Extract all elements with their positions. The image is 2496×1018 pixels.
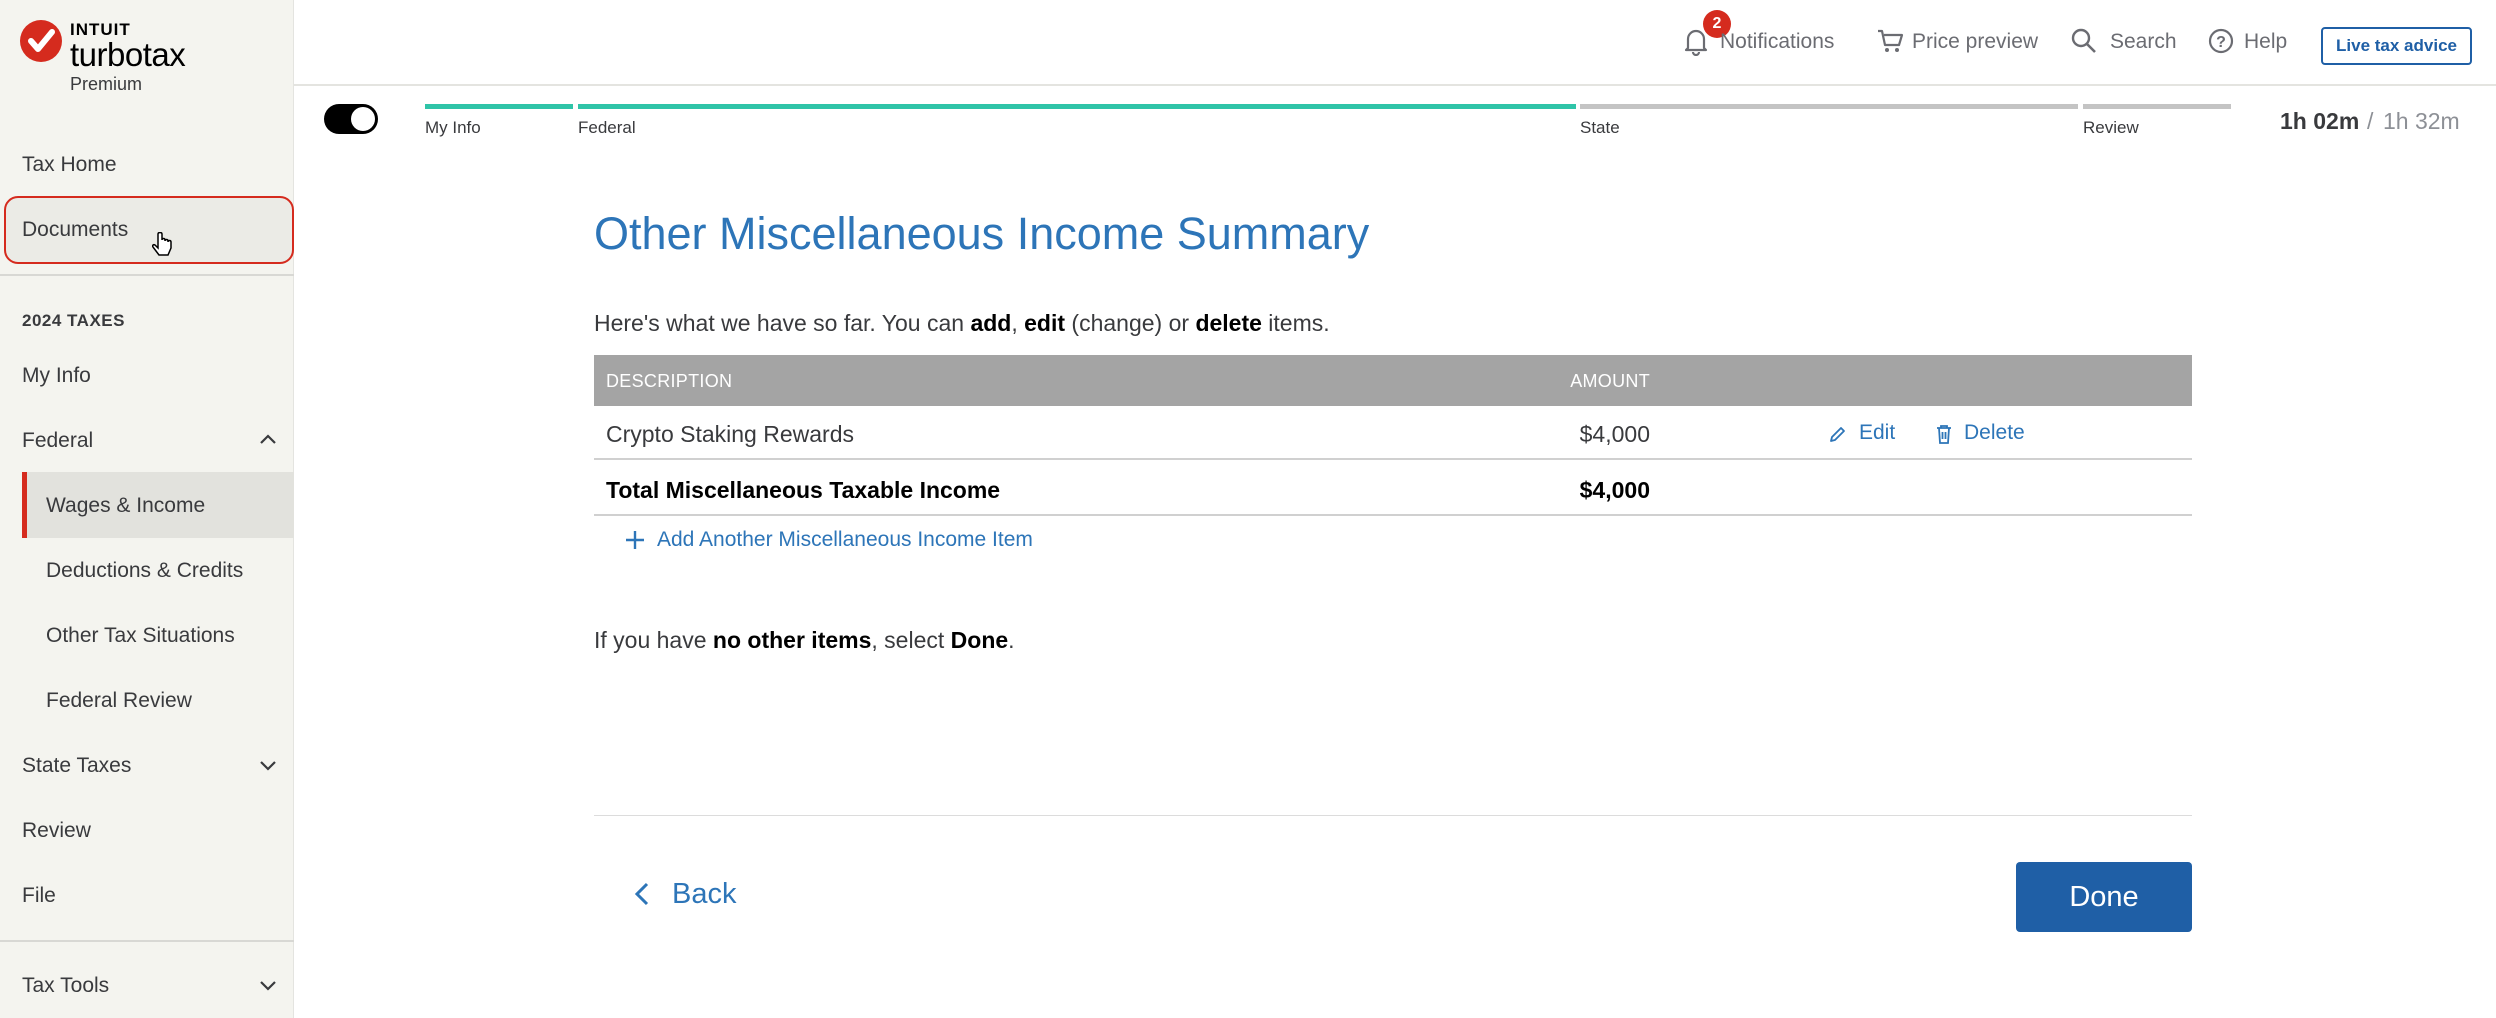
done-hint-no-other-items: no other items	[712, 627, 872, 653]
total-row: Total Miscellaneous Taxable Income $4,00…	[594, 462, 2192, 516]
section-label-2024-taxes: 2024 TAXES	[22, 311, 125, 330]
done-hint-text: If you have no other items, select Done.	[594, 627, 1015, 654]
trash-icon[interactable]	[1934, 423, 1954, 445]
sidebar-item-documents[interactable]: Documents	[22, 218, 128, 242]
time-elapsed: 1h 02m	[2280, 108, 2360, 134]
progress-bar-federal	[578, 104, 1576, 109]
intro-text-add: add	[970, 310, 1012, 336]
turbotax-logo[interactable]: INTUIT turbotax Premium	[20, 18, 280, 98]
sidebar-item-state-taxes[interactable]: State Taxes	[22, 754, 131, 778]
table-row: Crypto Staking Rewards $4,000 Edit Delet…	[594, 406, 2192, 460]
done-hint-part: , select	[871, 627, 951, 653]
page-title: Other Miscellaneous Income Summary	[594, 208, 1370, 259]
back-button[interactable]: Back	[672, 878, 736, 911]
progress-step-state[interactable]: State	[1580, 118, 1620, 138]
live-tax-advice-button[interactable]: Live tax advice	[2321, 27, 2472, 65]
search-link[interactable]: Search	[2110, 30, 2177, 54]
sidebar-item-tax-home[interactable]: Tax Home	[22, 153, 117, 177]
turbotax-wordmark: turbotax	[70, 36, 186, 73]
intro-text-part: items.	[1261, 310, 1330, 336]
chevron-down-icon[interactable]	[258, 975, 278, 995]
intro-text-part: (change) or	[1065, 310, 1196, 336]
table-header: DESCRIPTION AMOUNT	[594, 355, 2192, 406]
total-label: Total Miscellaneous Taxable Income	[606, 477, 1001, 503]
progress-step-review[interactable]: Review	[2083, 118, 2139, 138]
done-hint-part: If you have	[594, 627, 713, 653]
done-hint-part: .	[1008, 627, 1015, 653]
edition-label: Premium	[70, 74, 143, 94]
sidebar-item-review[interactable]: Review	[22, 819, 91, 843]
cart-icon[interactable]	[1876, 28, 1904, 54]
row-description: Crypto Staking Rewards	[606, 421, 854, 447]
progress-bar-my-info	[425, 104, 573, 109]
sidebar-item-tax-tools[interactable]: Tax Tools	[22, 974, 109, 998]
hand-cursor-icon	[152, 232, 172, 256]
done-button[interactable]: Done	[2016, 862, 2192, 932]
progress-step-my-info[interactable]: My Info	[425, 118, 481, 138]
progress-bar-review	[2083, 104, 2231, 109]
row-amount: $4,000	[1579, 421, 1650, 447]
footer-divider	[594, 815, 2192, 816]
done-hint-done: Done	[950, 627, 1009, 653]
help-icon[interactable]: ?	[2208, 28, 2234, 54]
delete-button[interactable]: Delete	[1964, 421, 2025, 445]
sidebar-item-deductions-credits[interactable]: Deductions & Credits	[46, 559, 243, 583]
column-header-amount: AMOUNT	[1570, 371, 1650, 391]
sidebar-divider	[0, 940, 294, 942]
intro-text-delete: delete	[1195, 310, 1262, 336]
edit-button[interactable]: Edit	[1859, 421, 1895, 445]
turbotax-check-icon	[20, 20, 62, 62]
pencil-icon[interactable]	[1828, 424, 1848, 444]
progress-bar-state	[1580, 104, 2078, 109]
column-header-description: DESCRIPTION	[606, 371, 733, 391]
sidebar-item-my-info[interactable]: My Info	[22, 364, 91, 388]
intro-text-part: ,	[1011, 310, 1025, 336]
sidebar-item-wages-income[interactable]: Wages & Income	[46, 494, 205, 518]
sidebar: INTUIT turbotax Premium Tax Home Documen…	[0, 0, 294, 1018]
intro-text-part: Here's what we have so far. You can	[594, 310, 971, 336]
price-preview-link[interactable]: Price preview	[1912, 30, 2038, 54]
chevron-down-icon[interactable]	[258, 755, 278, 775]
search-icon[interactable]	[2071, 28, 2097, 54]
time-separator: /	[2367, 108, 2374, 134]
sidebar-item-file[interactable]: File	[22, 884, 56, 908]
total-amount: $4,000	[1579, 477, 1650, 503]
plus-icon[interactable]	[624, 529, 646, 551]
intro-text-edit: edit	[1024, 310, 1066, 336]
sidebar-divider	[0, 274, 294, 276]
sidebar-item-federal-review[interactable]: Federal Review	[46, 689, 192, 713]
sidebar-item-federal[interactable]: Federal	[22, 429, 93, 453]
help-link[interactable]: Help	[2244, 30, 2287, 54]
intro-text: Here's what we have so far. You can add,…	[594, 310, 1330, 337]
add-misc-income-item-link[interactable]: Add Another Miscellaneous Income Item	[657, 528, 1033, 552]
notifications-link[interactable]: Notifications	[1720, 30, 1834, 54]
time-total: 1h 32m	[2383, 108, 2460, 134]
chevron-up-icon[interactable]	[258, 430, 278, 450]
view-toggle-switch[interactable]	[324, 104, 378, 134]
progress-step-federal[interactable]: Federal	[578, 118, 636, 138]
toggle-knob	[351, 107, 375, 131]
sidebar-item-other-tax-situations[interactable]: Other Tax Situations	[46, 624, 235, 648]
svg-text:?: ?	[2216, 34, 2226, 51]
chevron-left-icon[interactable]	[632, 880, 652, 908]
